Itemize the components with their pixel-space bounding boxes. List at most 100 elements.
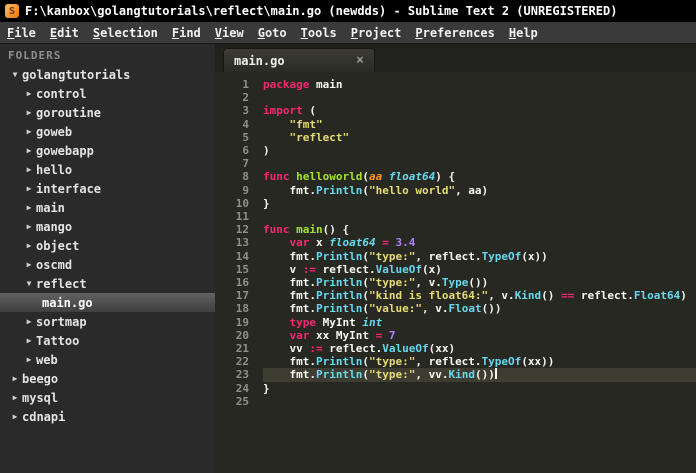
folder-tattoo[interactable]: ▶ Tattoo	[0, 331, 215, 350]
menu-project[interactable]: Project	[344, 26, 409, 40]
folder-goroutine[interactable]: ▶ goroutine	[0, 103, 215, 122]
folder-web[interactable]: ▶ web	[0, 350, 215, 369]
code-line-13[interactable]: 13 var x float64 = 3.4	[215, 236, 696, 249]
code-line-21[interactable]: 21 vv := reflect.ValueOf(xx)	[215, 342, 696, 355]
line-number[interactable]: 24	[215, 382, 249, 395]
line-number[interactable]: 13	[215, 236, 249, 249]
menu-tools[interactable]: Tools	[294, 26, 344, 40]
chevron-down-icon[interactable]: ▼	[22, 279, 36, 288]
chevron-right-icon[interactable]: ▶	[22, 336, 36, 345]
line-number[interactable]: 15	[215, 263, 249, 276]
menu-view[interactable]: View	[208, 26, 251, 40]
chevron-right-icon[interactable]: ▶	[22, 222, 36, 231]
folder-goweb[interactable]: ▶ goweb	[0, 122, 215, 141]
line-number[interactable]: 10	[215, 197, 249, 210]
line-number[interactable]: 5	[215, 131, 249, 144]
code-line-23[interactable]: 23 fmt.Println("type:", vv.Kind())	[215, 368, 696, 382]
folder-beego[interactable]: ▶ beego	[0, 369, 215, 388]
chevron-right-icon[interactable]: ▶	[22, 108, 36, 117]
line-number[interactable]: 7	[215, 157, 249, 170]
code-line-3[interactable]: 3 import (	[215, 104, 696, 117]
code-line-4[interactable]: 4 "fmt"	[215, 118, 696, 131]
line-number[interactable]: 6	[215, 144, 249, 157]
code-line-9[interactable]: 9 fmt.Println("hello world", aa)	[215, 184, 696, 197]
code-line-22[interactable]: 22 fmt.Println("type:", reflect.TypeOf(x…	[215, 355, 696, 368]
code-line-7[interactable]: 7	[215, 157, 696, 170]
chevron-right-icon[interactable]: ▶	[22, 203, 36, 212]
chevron-right-icon[interactable]: ▶	[22, 184, 36, 193]
menu-selection[interactable]: Selection	[86, 26, 165, 40]
folder-mango[interactable]: ▶ mango	[0, 217, 215, 236]
line-number[interactable]: 2	[215, 91, 249, 104]
code-line-14[interactable]: 14 fmt.Println("type:", reflect.TypeOf(x…	[215, 250, 696, 263]
code-line-24[interactable]: 24}	[215, 382, 696, 395]
folder-mysql[interactable]: ▶ mysql	[0, 388, 215, 407]
close-icon[interactable]: ×	[356, 54, 364, 67]
code-line-17[interactable]: 17 fmt.Println("kind is float64:", v.Kin…	[215, 289, 696, 302]
title-bar[interactable]: S F:\kanbox\golangtutorials\reflect\main…	[0, 0, 696, 22]
line-number[interactable]: 18	[215, 302, 249, 315]
code-line-12[interactable]: 12 func main() {	[215, 223, 696, 236]
chevron-right-icon[interactable]: ▶	[8, 393, 22, 402]
chevron-right-icon[interactable]: ▶	[22, 165, 36, 174]
folder-interface[interactable]: ▶ interface	[0, 179, 215, 198]
code-line-19[interactable]: 19 type MyInt int	[215, 316, 696, 329]
chevron-right-icon[interactable]: ▶	[22, 355, 36, 364]
line-number[interactable]: 22	[215, 355, 249, 368]
code-line-6[interactable]: 6)	[215, 144, 696, 157]
chevron-right-icon[interactable]: ▶	[22, 241, 36, 250]
folder-sortmap[interactable]: ▶ sortmap	[0, 312, 215, 331]
menu-goto[interactable]: Goto	[251, 26, 294, 40]
code-line-15[interactable]: 15 v := reflect.ValueOf(x)	[215, 263, 696, 276]
folder-control[interactable]: ▶ control	[0, 84, 215, 103]
line-number[interactable]: 14	[215, 250, 249, 263]
menu-preferences[interactable]: Preferences	[408, 26, 501, 40]
code-line-18[interactable]: 18 fmt.Println("value:", v.Float())	[215, 302, 696, 315]
code-editor[interactable]: 1 package main 2 3 import (4 "fmt" 5 "reflect…	[215, 72, 696, 473]
line-number[interactable]: 25	[215, 395, 249, 408]
menu-find[interactable]: Find	[165, 26, 208, 40]
chevron-right-icon[interactable]: ▶	[22, 89, 36, 98]
tab-main-go[interactable]: main.go ×	[223, 48, 375, 72]
chevron-right-icon[interactable]: ▶	[8, 374, 22, 383]
code-line-1[interactable]: 1 package main	[215, 78, 696, 91]
line-number[interactable]: 23	[215, 368, 249, 381]
folder-hello[interactable]: ▶ hello	[0, 160, 215, 179]
menu-edit[interactable]: Edit	[43, 26, 86, 40]
folder-reflect[interactable]: ▼ reflect	[0, 274, 215, 293]
chevron-right-icon[interactable]: ▶	[22, 146, 36, 155]
line-number[interactable]: 9	[215, 184, 249, 197]
code-line-11[interactable]: 11	[215, 210, 696, 223]
line-number[interactable]: 19	[215, 316, 249, 329]
chevron-right-icon[interactable]: ▶	[22, 260, 36, 269]
chevron-right-icon[interactable]: ▶	[22, 127, 36, 136]
line-number[interactable]: 4	[215, 118, 249, 131]
code-line-5[interactable]: 5 "reflect"	[215, 131, 696, 144]
menu-file[interactable]: File	[0, 26, 43, 40]
line-number[interactable]: 12	[215, 223, 249, 236]
code-line-16[interactable]: 16 fmt.Println("type:", v.Type())	[215, 276, 696, 289]
line-number[interactable]: 21	[215, 342, 249, 355]
line-number[interactable]: 20	[215, 329, 249, 342]
file-main.go[interactable]: main.go	[0, 293, 215, 312]
chevron-right-icon[interactable]: ▶	[8, 412, 22, 421]
folder-main[interactable]: ▶ main	[0, 198, 215, 217]
line-number[interactable]: 1	[215, 78, 249, 91]
chevron-right-icon[interactable]: ▶	[22, 317, 36, 326]
code-line-8[interactable]: 8 func helloworld(aa float64) {	[215, 170, 696, 183]
line-number[interactable]: 17	[215, 289, 249, 302]
line-number[interactable]: 8	[215, 170, 249, 183]
chevron-down-icon[interactable]: ▼	[8, 70, 22, 79]
menu-help[interactable]: Help	[502, 26, 545, 40]
line-number[interactable]: 16	[215, 276, 249, 289]
code-line-2[interactable]: 2	[215, 91, 696, 104]
folder-gowebapp[interactable]: ▶ gowebapp	[0, 141, 215, 160]
folder-cdnapi[interactable]: ▶ cdnapi	[0, 407, 215, 426]
folder-oscmd[interactable]: ▶ oscmd	[0, 255, 215, 274]
code-line-25[interactable]: 25	[215, 395, 696, 408]
folder-object[interactable]: ▶ object	[0, 236, 215, 255]
code-line-10[interactable]: 10}	[215, 197, 696, 210]
line-number[interactable]: 11	[215, 210, 249, 223]
folder-golangtutorials[interactable]: ▼ golangtutorials	[0, 65, 215, 84]
line-number[interactable]: 3	[215, 104, 249, 117]
